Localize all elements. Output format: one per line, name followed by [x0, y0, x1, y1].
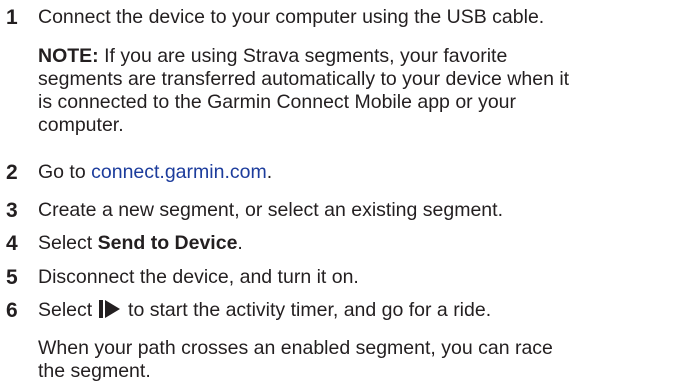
step-number: 6	[6, 299, 18, 322]
note-label: NOTE:	[38, 45, 99, 67]
send-to-device-label: Send to Device	[97, 232, 238, 254]
result-line: the segment.	[38, 360, 151, 382]
step-6-result: When your path crosses an enabled segmen…	[38, 337, 688, 383]
step-text: Connect the device to your computer usin…	[38, 6, 545, 28]
note-text: If you are using Strava segments, your f…	[98, 45, 508, 67]
note-line: NOTE: If you are using Strava segments, …	[38, 45, 688, 68]
step-number: 3	[6, 199, 18, 222]
result-line: When your path crosses an enabled segmen…	[38, 337, 553, 359]
step-text: Go to connect.garmin.com.	[38, 161, 688, 184]
note-line: segments are transferred automatically t…	[38, 68, 570, 90]
connect-garmin-link[interactable]: connect.garmin.com	[91, 161, 267, 183]
instruction-document: 1 Connect the device to your computer us…	[0, 0, 695, 385]
step-text-suffix: .	[266, 161, 273, 183]
step-text-suffix: .	[237, 232, 243, 254]
step-text: Create a new segment, or select an exist…	[38, 199, 503, 221]
step-number: 4	[6, 232, 18, 255]
step-text-suffix: to start the activity timer, and go for …	[122, 299, 492, 321]
start-stop-icon	[98, 299, 121, 325]
note-line: computer.	[38, 114, 124, 136]
step-text-prefix: Go to	[38, 161, 92, 183]
step-text: Disconnect the device, and turn it on.	[38, 266, 359, 288]
step-text-prefix: Select	[38, 232, 98, 254]
step-text-prefix: Select	[38, 299, 98, 321]
step-number: 5	[6, 266, 18, 289]
step-text: Select to start the activity timer, and …	[38, 299, 688, 325]
step-1-note: NOTE: If you are using Strava segments, …	[38, 45, 688, 137]
step-text: Select Send to Device.	[38, 232, 688, 255]
step-number: 2	[6, 161, 18, 184]
step-number: 1	[6, 6, 18, 29]
note-line: is connected to the Garmin Connect Mobil…	[38, 91, 517, 113]
